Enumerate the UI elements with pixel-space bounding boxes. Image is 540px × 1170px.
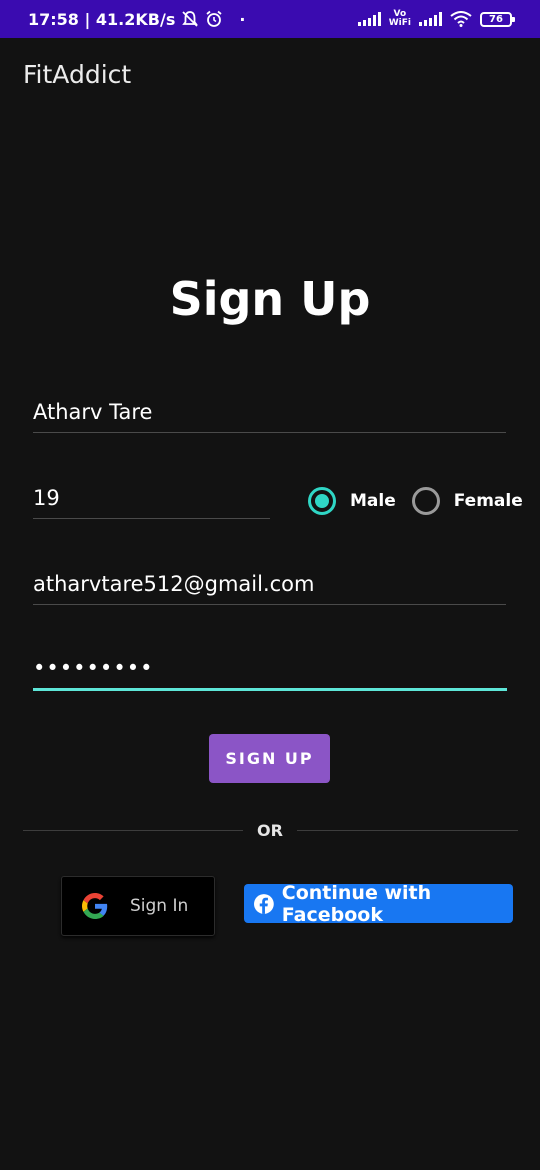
facebook-login-label: Continue with Facebook xyxy=(281,881,432,926)
wifi-icon xyxy=(450,11,472,27)
vowifi-wifi: WiFi xyxy=(388,18,411,28)
status-time-speed: 17:58 | 41.2KB/s xyxy=(28,9,176,29)
email-field[interactable]: atharvtare512@gmail.com xyxy=(33,572,506,605)
page-title: Sign Up xyxy=(169,272,371,326)
email-value: atharvtare512@gmail.com xyxy=(33,572,315,596)
battery-level: 76 xyxy=(489,13,503,25)
name-field[interactable]: Atharv Tare xyxy=(33,400,506,433)
vowifi-indicator: Vo WiFi xyxy=(389,10,411,28)
password-field[interactable]: ••••••••• xyxy=(33,656,507,691)
male-label[interactable]: Male xyxy=(350,491,396,511)
facebook-icon xyxy=(254,893,274,914)
google-sign-in-label: Sign In xyxy=(130,896,189,916)
female-label[interactable]: Female xyxy=(454,491,523,511)
female-radio[interactable] xyxy=(411,487,440,515)
password-value: ••••••••• xyxy=(33,656,154,680)
status-left: 17:58 | 41.2KB/s · xyxy=(28,10,245,29)
status-dot: · xyxy=(239,9,246,29)
status-right: Vo WiFi 76 xyxy=(357,10,515,28)
divider-line-right xyxy=(297,830,518,831)
sign-up-button-label: SIGN UP xyxy=(225,749,314,768)
name-value: Atharv Tare xyxy=(33,400,153,424)
male-radio[interactable] xyxy=(308,487,336,515)
alarm-icon xyxy=(206,10,222,27)
mute-bell-icon xyxy=(182,11,199,27)
sign-up-button[interactable]: SIGN UP xyxy=(209,734,330,783)
google-sign-in-button[interactable]: Sign In xyxy=(61,876,215,936)
google-icon xyxy=(82,893,108,919)
signal-icon xyxy=(357,12,381,26)
signal-icon-2 xyxy=(419,12,442,26)
facebook-login-button[interactable]: Continue with Facebook xyxy=(244,881,513,926)
age-field[interactable]: 19 xyxy=(33,486,270,519)
app-title: FitAddict xyxy=(23,60,132,89)
gender-radio-group: Male Female xyxy=(308,487,523,515)
age-value: 19 xyxy=(33,486,60,510)
status-bar: 17:58 | 41.2KB/s · Vo WiFi 76 xyxy=(0,0,540,38)
battery-icon: 76 xyxy=(480,11,515,27)
